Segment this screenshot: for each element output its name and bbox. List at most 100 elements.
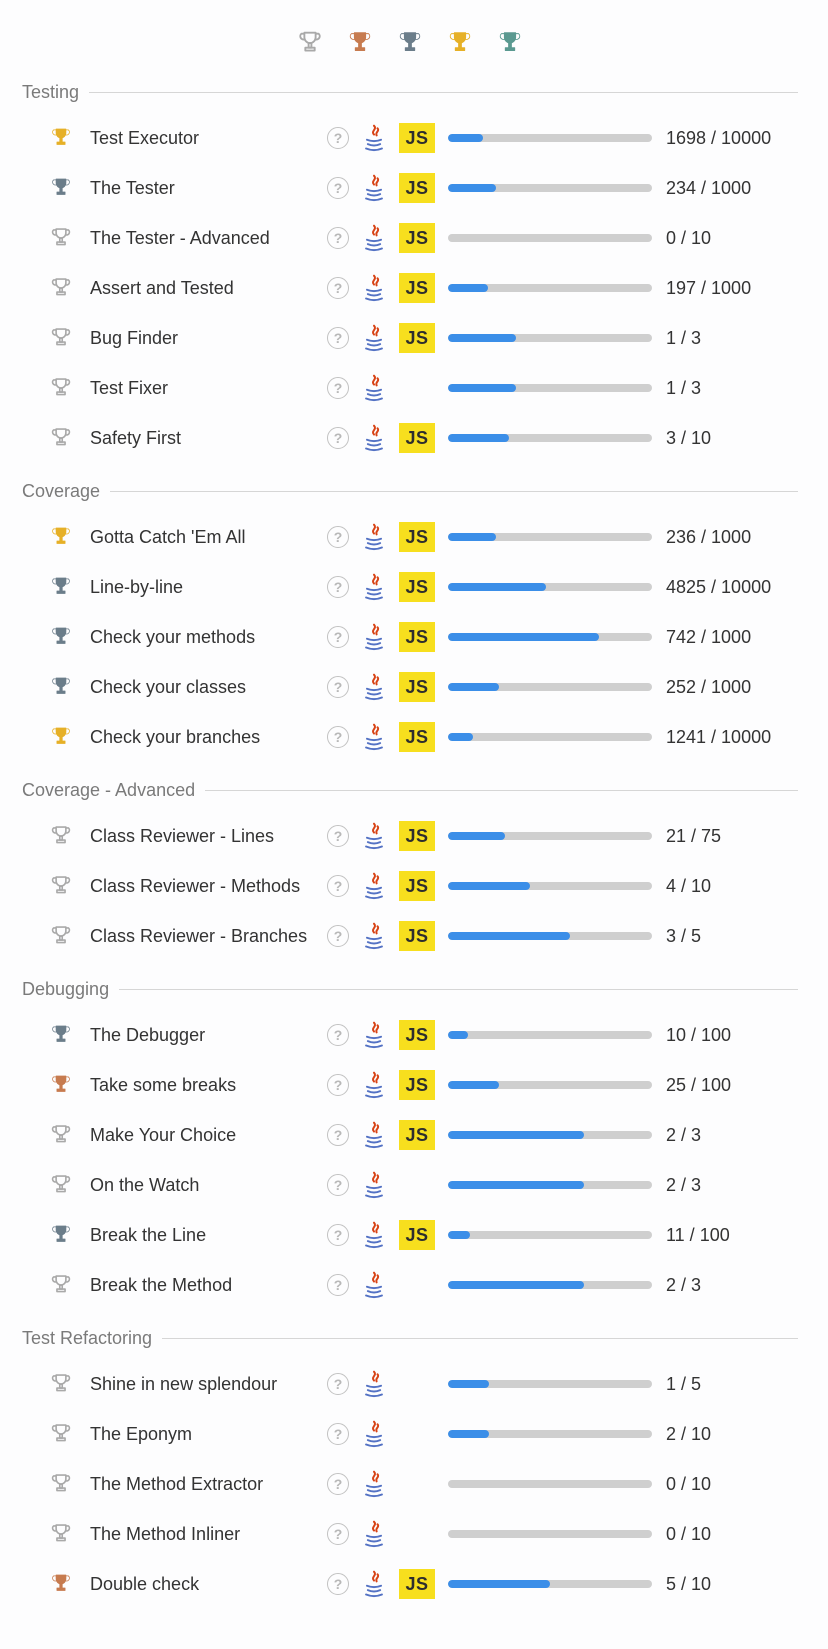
java-icon[interactable] [354,1020,394,1050]
js-icon[interactable]: JS [399,423,435,453]
java-icon[interactable] [354,1419,394,1449]
js-icon[interactable]: JS [399,273,435,303]
progress-fill [448,882,530,890]
trophy-none-icon [48,1122,82,1148]
help-icon[interactable]: ? [327,1473,349,1495]
help-icon[interactable]: ? [327,526,349,548]
trophy-slate-icon [48,624,82,650]
js-icon[interactable]: JS [399,821,435,851]
achievement-row: Line-by-line? JS4825 / 10000 [48,562,794,612]
js-icon[interactable]: JS [399,722,435,752]
help-icon[interactable]: ? [327,377,349,399]
legend-trophy-slate-icon[interactable] [395,28,425,58]
progress-count: 5 / 10 [666,1574,794,1595]
legend-trophy-none-icon[interactable] [295,28,325,58]
help-icon[interactable]: ? [327,1523,349,1545]
js-icon[interactable]: JS [399,1220,435,1250]
achievement-name: Assert and Tested [82,278,322,299]
java-icon[interactable] [354,323,394,353]
java-icon[interactable] [354,1170,394,1200]
js-icon[interactable]: JS [399,522,435,552]
help-icon[interactable]: ? [327,1373,349,1395]
js-icon[interactable]: JS [399,323,435,353]
help-icon[interactable]: ? [327,1024,349,1046]
trophy-bronze-icon [48,1072,82,1098]
achievement-name: Class Reviewer - Lines [82,826,322,847]
trophy-slate-icon [48,674,82,700]
group-title: Debugging [22,979,109,1000]
java-icon[interactable] [354,373,394,403]
java-icon[interactable] [354,1369,394,1399]
legend-trophy-teal-icon[interactable] [495,28,525,58]
help-icon[interactable]: ? [327,127,349,149]
java-icon[interactable] [354,871,394,901]
achievement-row: Class Reviewer - Methods? JS4 / 10 [48,861,794,911]
java-icon[interactable] [354,1120,394,1150]
js-icon[interactable]: JS [399,1070,435,1100]
java-icon[interactable] [354,722,394,752]
progress-fill [448,1131,584,1139]
js-icon[interactable]: JS [399,672,435,702]
js-icon[interactable]: JS [399,223,435,253]
java-icon[interactable] [354,173,394,203]
java-icon[interactable] [354,622,394,652]
java-icon[interactable] [354,522,394,552]
trophy-none-icon [48,425,82,451]
legend-trophy-gold-icon[interactable] [445,28,475,58]
help-icon[interactable]: ? [327,277,349,299]
java-icon[interactable] [354,123,394,153]
help-icon[interactable]: ? [327,177,349,199]
js-icon[interactable]: JS [399,1569,435,1599]
progress-bar [448,1181,652,1189]
java-icon[interactable] [354,273,394,303]
group-body: Shine in new splendour? JS1 / 5 The Epon… [22,1359,798,1609]
help-icon[interactable]: ? [327,676,349,698]
js-icon[interactable]: JS [399,173,435,203]
help-icon[interactable]: ? [327,626,349,648]
progress-bar [448,1281,652,1289]
help-icon[interactable]: ? [327,1124,349,1146]
help-icon[interactable]: ? [327,1074,349,1096]
progress-bar [448,583,652,591]
help-icon[interactable]: ? [327,227,349,249]
java-icon[interactable] [354,572,394,602]
trophy-slate-icon [48,1222,82,1248]
java-icon[interactable] [354,423,394,453]
help-icon[interactable]: ? [327,1573,349,1595]
progress-bar [448,1580,652,1588]
js-icon[interactable]: JS [399,921,435,951]
progress-fill [448,1031,468,1039]
help-icon[interactable]: ? [327,1224,349,1246]
js-icon[interactable]: JS [399,871,435,901]
java-icon[interactable] [354,1519,394,1549]
help-icon[interactable]: ? [327,427,349,449]
java-icon[interactable] [354,1070,394,1100]
help-icon[interactable]: ? [327,825,349,847]
achievement-row: Assert and Tested? JS197 / 1000 [48,263,794,313]
help-icon[interactable]: ? [327,875,349,897]
java-icon[interactable] [354,223,394,253]
java-icon[interactable] [354,1569,394,1599]
js-icon[interactable]: JS [399,1120,435,1150]
help-icon[interactable]: ? [327,1274,349,1296]
js-icon[interactable]: JS [399,1020,435,1050]
help-icon[interactable]: ? [327,726,349,748]
js-icon[interactable]: JS [399,622,435,652]
achievement-row: The Tester - Advanced? JS0 / 10 [48,213,794,263]
help-icon[interactable]: ? [327,327,349,349]
progress-fill [448,633,599,641]
js-icon[interactable]: JS [399,572,435,602]
java-icon[interactable] [354,821,394,851]
java-icon[interactable] [354,921,394,951]
legend-trophy-bronze-icon[interactable] [345,28,375,58]
java-icon[interactable] [354,672,394,702]
java-icon[interactable] [354,1469,394,1499]
js-icon[interactable]: JS [399,123,435,153]
help-icon[interactable]: ? [327,925,349,947]
java-icon[interactable] [354,1220,394,1250]
divider [205,790,798,791]
help-icon[interactable]: ? [327,576,349,598]
help-icon[interactable]: ? [327,1423,349,1445]
java-icon[interactable] [354,1270,394,1300]
help-icon[interactable]: ? [327,1174,349,1196]
